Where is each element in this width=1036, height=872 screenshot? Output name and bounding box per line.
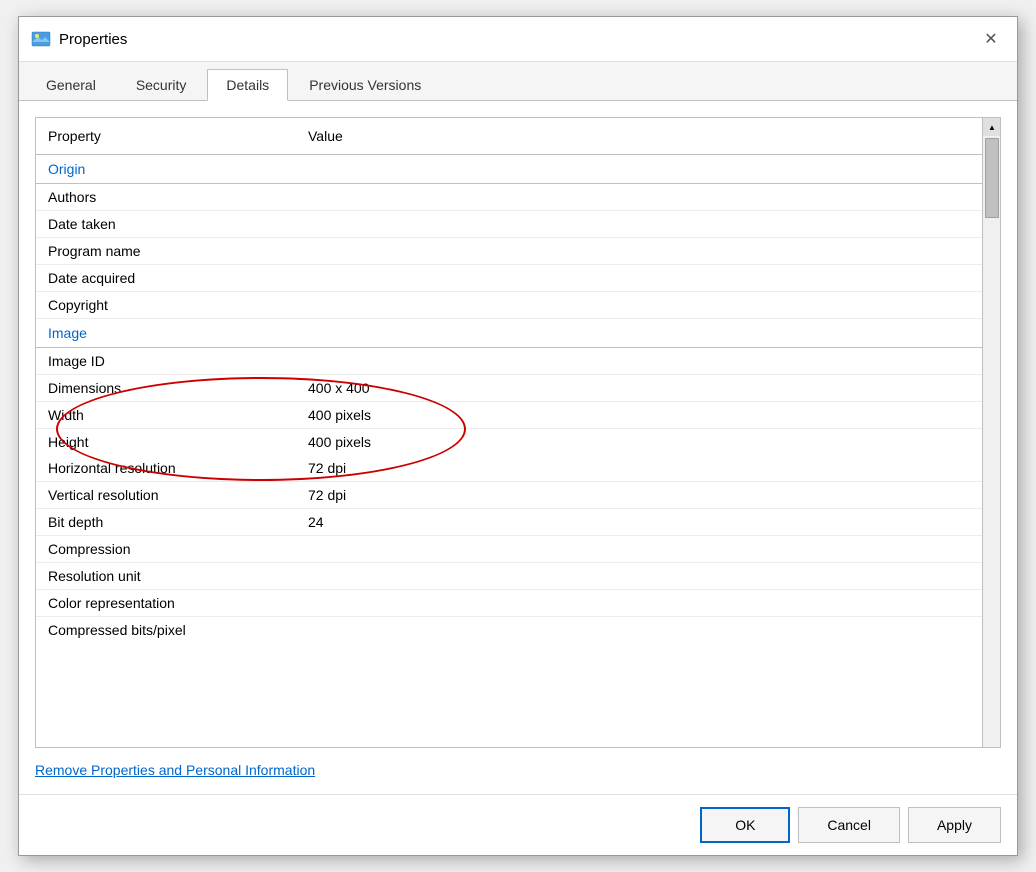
prop-value-compression bbox=[296, 536, 982, 562]
row-date-acquired: Date acquired bbox=[36, 265, 982, 292]
ok-button[interactable]: OK bbox=[700, 807, 790, 843]
prop-name-bit-depth: Bit depth bbox=[36, 509, 296, 535]
dialog-title: Properties bbox=[59, 31, 977, 48]
row-color-representation: Color representation bbox=[36, 590, 982, 617]
prop-value-date-taken bbox=[296, 211, 982, 237]
prop-name-authors: Authors bbox=[36, 184, 296, 210]
title-bar: Properties ✕ bbox=[19, 17, 1017, 62]
properties-table: Property Value Origin Authors Date taken bbox=[35, 117, 1001, 748]
table-body: Origin Authors Date taken Program name D… bbox=[36, 155, 1000, 747]
prop-value-height: 400 pixels bbox=[296, 429, 982, 455]
prop-value-image-id bbox=[296, 348, 982, 374]
prop-name-compressed-bits: Compressed bits/pixel bbox=[36, 617, 296, 643]
row-image-id: Image ID bbox=[36, 348, 982, 375]
section-image: Image bbox=[36, 319, 982, 348]
prop-name-dimensions: Dimensions bbox=[36, 375, 296, 401]
prop-value-compressed-bits bbox=[296, 617, 982, 643]
footer: OK Cancel Apply bbox=[19, 794, 1017, 855]
prop-value-color-representation bbox=[296, 590, 982, 616]
prop-name-compression: Compression bbox=[36, 536, 296, 562]
tab-general[interactable]: General bbox=[27, 69, 115, 101]
prop-name-program-name: Program name bbox=[36, 238, 296, 264]
tab-bar: General Security Details Previous Versio… bbox=[19, 62, 1017, 101]
prop-value-resolution-unit bbox=[296, 563, 982, 589]
row-compression: Compression bbox=[36, 536, 982, 563]
properties-dialog: Properties ✕ General Security Details Pr… bbox=[18, 16, 1018, 856]
row-date-taken: Date taken bbox=[36, 211, 982, 238]
prop-name-date-acquired: Date acquired bbox=[36, 265, 296, 291]
row-resolution-unit: Resolution unit bbox=[36, 563, 982, 590]
prop-name-color-representation: Color representation bbox=[36, 590, 296, 616]
cancel-button[interactable]: Cancel bbox=[798, 807, 900, 843]
close-button[interactable]: ✕ bbox=[977, 25, 1005, 53]
row-authors: Authors bbox=[36, 184, 982, 211]
prop-value-bit-depth: 24 bbox=[296, 509, 982, 535]
tab-security[interactable]: Security bbox=[117, 69, 206, 101]
section-image-label: Image bbox=[48, 325, 87, 341]
row-copyright: Copyright bbox=[36, 292, 982, 319]
prop-name-h-resolution: Horizontal resolution bbox=[36, 455, 296, 481]
prop-value-width: 400 pixels bbox=[296, 402, 982, 428]
col-header-value: Value bbox=[296, 124, 1000, 148]
apply-button[interactable]: Apply bbox=[908, 807, 1001, 843]
prop-name-resolution-unit: Resolution unit bbox=[36, 563, 296, 589]
highlighted-dimensions-group: Dimensions 400 x 400 Width 400 pixels He… bbox=[36, 375, 982, 455]
link-area: Remove Properties and Personal Informati… bbox=[35, 762, 1001, 778]
section-origin-label: Origin bbox=[48, 161, 85, 177]
scrollbar[interactable]: ▲ bbox=[982, 118, 1000, 747]
tab-content: Property Value Origin Authors Date taken bbox=[19, 101, 1017, 794]
row-bit-depth: Bit depth 24 bbox=[36, 509, 982, 536]
dialog-icon bbox=[31, 29, 51, 49]
row-dimensions: Dimensions 400 x 400 bbox=[36, 375, 982, 402]
col-header-property: Property bbox=[36, 124, 296, 148]
prop-value-copyright bbox=[296, 292, 982, 318]
prop-value-program-name bbox=[296, 238, 982, 264]
row-h-resolution: Horizontal resolution 72 dpi bbox=[36, 455, 982, 482]
prop-value-h-resolution: 72 dpi bbox=[296, 455, 982, 481]
tab-details[interactable]: Details bbox=[207, 69, 288, 101]
row-program-name: Program name bbox=[36, 238, 982, 265]
section-origin: Origin bbox=[36, 155, 982, 184]
prop-value-dimensions: 400 x 400 bbox=[296, 375, 982, 401]
scroll-up-button[interactable]: ▲ bbox=[983, 118, 1001, 136]
row-width: Width 400 pixels bbox=[36, 402, 982, 429]
table-header: Property Value bbox=[36, 118, 1000, 155]
scroll-thumb[interactable] bbox=[985, 138, 999, 218]
prop-name-v-resolution: Vertical resolution bbox=[36, 482, 296, 508]
row-height: Height 400 pixels bbox=[36, 429, 982, 455]
remove-properties-link[interactable]: Remove Properties and Personal Informati… bbox=[35, 762, 315, 778]
prop-value-v-resolution: 72 dpi bbox=[296, 482, 982, 508]
prop-name-width: Width bbox=[36, 402, 296, 428]
row-compressed-bits: Compressed bits/pixel bbox=[36, 617, 982, 643]
prop-name-image-id: Image ID bbox=[36, 348, 296, 374]
tab-previous-versions[interactable]: Previous Versions bbox=[290, 69, 440, 101]
prop-name-copyright: Copyright bbox=[36, 292, 296, 318]
prop-name-height: Height bbox=[36, 429, 296, 455]
row-v-resolution: Vertical resolution 72 dpi bbox=[36, 482, 982, 509]
prop-value-authors bbox=[296, 184, 982, 210]
prop-value-date-acquired bbox=[296, 265, 982, 291]
prop-name-date-taken: Date taken bbox=[36, 211, 296, 237]
